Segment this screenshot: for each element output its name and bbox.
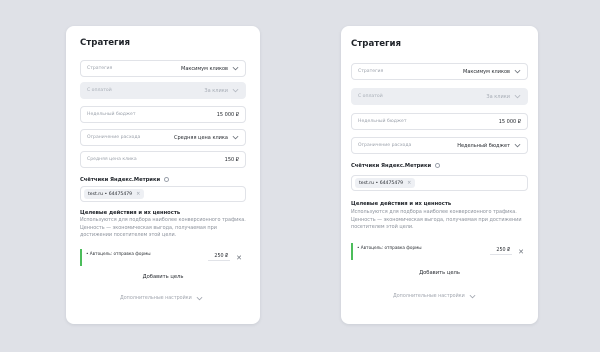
counters-label: Счётчики Яндекс.Метрики — [80, 176, 170, 183]
chevron-down-icon — [514, 143, 521, 148]
avg-cpc-input[interactable]: Средняя цена клика 150 ₽ — [80, 151, 246, 168]
close-icon[interactable]: ✕ — [236, 254, 242, 262]
field-label: Средняя цена клика — [87, 157, 137, 162]
spend-limit-select[interactable]: Ограничение расхода Средняя цена клика — [80, 129, 246, 146]
goal-name: • Автоцель: отправка формы — [86, 251, 151, 256]
goal-item: • Автоцель: отправка формы 250 ₽ ✕ — [80, 249, 246, 266]
counters-input[interactable]: test.ru • 64475479 × — [80, 186, 246, 202]
field-value: 15 000 ₽ — [216, 111, 239, 118]
payment-select: С оплатой За клики — [351, 88, 528, 105]
goals-title: Целевые действия и их ценность — [80, 210, 181, 216]
chevron-down-icon — [232, 66, 239, 71]
info-icon[interactable] — [164, 176, 170, 182]
card-title: Стратегия — [351, 39, 402, 49]
chevron-down-icon — [196, 296, 203, 301]
field-value: За клики — [204, 87, 228, 94]
close-icon[interactable]: × — [136, 191, 140, 197]
chevron-down-icon — [514, 69, 521, 74]
counter-chip: test.ru • 64475479 × — [84, 189, 145, 199]
more-settings-label: Дополнительные настройки — [393, 294, 465, 299]
field-label: Стратегия — [87, 66, 113, 71]
counters-label: Счётчики Яндекс.Метрики — [351, 162, 441, 169]
goal-value-input[interactable]: 250 ₽ — [490, 248, 513, 255]
goal-value-input[interactable]: 250 ₽ — [208, 254, 231, 261]
payment-select: С оплатой За клики — [80, 82, 246, 99]
add-goal-button[interactable]: Добавить цель — [80, 270, 246, 284]
chip-label: test.ru • 64475479 — [88, 191, 133, 197]
weekly-budget-input[interactable]: Недельный бюджет 15 000 ₽ — [351, 113, 528, 130]
weekly-budget-input[interactable]: Недельный бюджет 15 000 ₽ — [80, 106, 246, 123]
chevron-down-icon — [469, 294, 476, 299]
strategy-card-left: Стратегия Стратегия Максимум кликов С оп… — [66, 26, 260, 324]
goals-description: Используются для подбора наиболее конвер… — [351, 209, 522, 231]
goals-title: Целевые действия и их ценность — [351, 201, 452, 207]
field-value: Максимум кликов — [181, 65, 228, 72]
field-value: 150 ₽ — [224, 156, 239, 163]
more-settings-label: Дополнительные настройки — [120, 296, 192, 301]
close-icon[interactable]: ✕ — [518, 248, 524, 256]
info-icon[interactable] — [435, 162, 441, 168]
field-label: Недельный бюджет — [87, 112, 136, 117]
goal-name: • Автоцель: отправка формы — [357, 245, 422, 250]
field-label: С оплатой — [87, 88, 112, 93]
counter-chip: test.ru • 64475479 × — [355, 178, 416, 188]
field-value: Недельный бюджет — [457, 142, 510, 149]
strategy-card-right: Стратегия Стратегия Максимум кликов С оп… — [341, 26, 538, 324]
counters-label-text: Счётчики Яндекс.Метрики — [351, 163, 432, 169]
chevron-down-icon — [232, 135, 239, 140]
add-goal-button[interactable]: Добавить цель — [351, 266, 528, 280]
field-label: Ограничение расхода — [87, 135, 141, 140]
more-settings-link[interactable]: Дополнительные настройки — [120, 296, 203, 301]
chip-label: test.ru • 64475479 — [359, 180, 404, 186]
field-label: Недельный бюджет — [358, 119, 407, 124]
chevron-down-icon — [514, 94, 521, 99]
strategy-select[interactable]: Стратегия Максимум кликов — [351, 63, 528, 80]
field-value: За клики — [486, 93, 510, 100]
card-title: Стратегия — [80, 38, 131, 48]
field-label: С оплатой — [358, 94, 383, 99]
close-icon[interactable]: × — [407, 180, 411, 186]
field-label: Стратегия — [358, 69, 384, 74]
strategy-select[interactable]: Стратегия Максимум кликов — [80, 60, 246, 77]
goals-description: Используются для подбора наиболее конвер… — [80, 217, 246, 239]
field-label: Ограничение расхода — [358, 143, 412, 148]
counters-label-text: Счётчики Яндекс.Метрики — [80, 177, 161, 183]
spend-limit-select[interactable]: Ограничение расхода Недельный бюджет — [351, 137, 528, 154]
field-value: Максимум кликов — [463, 68, 510, 75]
chevron-down-icon — [232, 88, 239, 93]
more-settings-link[interactable]: Дополнительные настройки — [393, 294, 476, 299]
counters-input[interactable]: test.ru • 64475479 × — [351, 175, 528, 191]
field-value: 15 000 ₽ — [498, 118, 521, 125]
field-value: Средняя цена клика — [173, 134, 228, 141]
goal-item: • Автоцель: отправка формы 250 ₽ ✕ — [351, 243, 528, 260]
